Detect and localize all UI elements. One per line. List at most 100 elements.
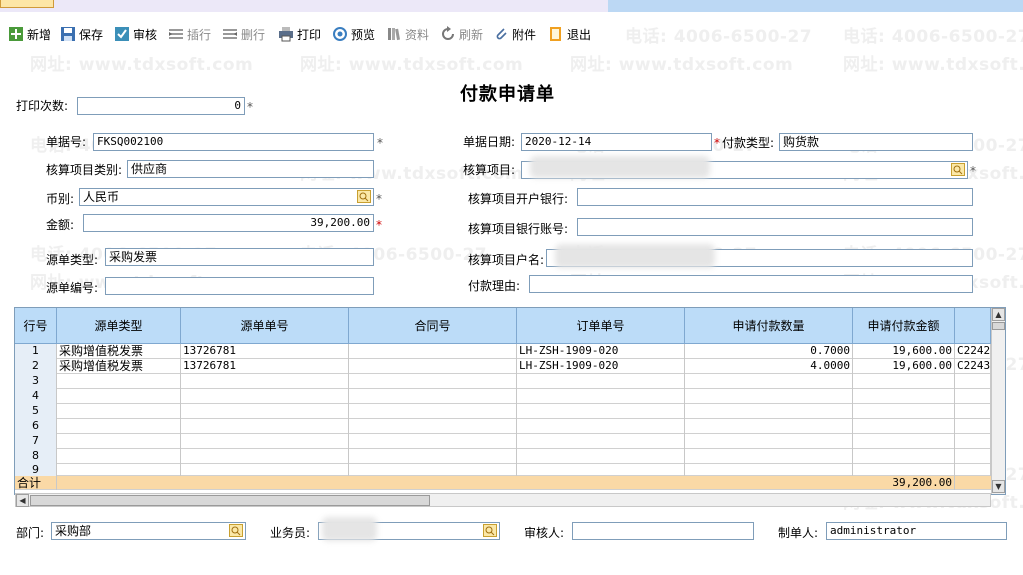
currency-label: 币别:	[46, 192, 75, 206]
cell-contract[interactable]	[349, 344, 517, 359]
doc-no-field[interactable]: FKSQ002100	[93, 133, 374, 151]
required-mark: *	[970, 164, 976, 178]
save-button[interactable]: 保存	[60, 24, 103, 44]
bank-field[interactable]	[577, 188, 973, 206]
book-icon	[388, 28, 401, 41]
column-header-amount[interactable]: 申请付款金额	[853, 308, 955, 344]
lookup-icon[interactable]	[357, 190, 371, 203]
row-number: 1	[15, 344, 57, 359]
active-menu-tab[interactable]	[0, 0, 54, 8]
insert-row-icon	[169, 29, 183, 39]
vertical-scroll-thumb[interactable]	[992, 322, 1005, 330]
total-amount: 39,200.00	[853, 476, 955, 490]
horizontal-scroll-thumb[interactable]	[30, 495, 430, 506]
cell-source-no[interactable]: 13726781	[181, 359, 349, 374]
table-row[interactable]: 6	[15, 419, 991, 434]
dept-field[interactable]: 采购部	[51, 522, 246, 540]
bank-account-field[interactable]	[577, 218, 973, 236]
refresh-button[interactable]: 刷新	[440, 24, 483, 44]
cell-source-no[interactable]: 13726781	[181, 344, 349, 359]
doc-no-label: 单据号:	[46, 135, 87, 149]
print-button[interactable]: 打印	[278, 24, 321, 44]
table-row[interactable]: 8	[15, 449, 991, 464]
column-header-source-no[interactable]: 源单单号	[181, 308, 349, 344]
source-type-field[interactable]: 采购发票	[105, 248, 374, 266]
creator-field[interactable]: administrator	[826, 522, 1007, 540]
total-row: 合计 39,200.00	[15, 476, 991, 490]
column-header-extra[interactable]	[955, 308, 991, 344]
table-row[interactable]: 3	[15, 374, 991, 389]
cell-qty[interactable]: 0.7000	[685, 344, 853, 359]
pay-type-field[interactable]: 购货款	[779, 133, 973, 151]
vertical-scrollbar[interactable]: ▲ ▼	[991, 308, 1005, 494]
bank-label: 核算项目开户银行:	[468, 192, 569, 206]
title-bar	[0, 0, 1023, 12]
reason-label: 付款理由:	[468, 279, 521, 293]
currency-value: 人民币	[83, 190, 120, 204]
cell-source-type[interactable]: 采购增值税发票	[57, 344, 181, 359]
reason-field[interactable]	[529, 275, 973, 293]
cell-order-no[interactable]: LH-ZSH-1909-020	[517, 359, 685, 374]
detail-grid[interactable]: 行号 源单类型 源单单号 合同号 订单单号 申请付款数量 申请付款金额 1 采购…	[14, 307, 1006, 495]
salesman-label: 业务员:	[270, 526, 311, 540]
redacted-area	[555, 244, 715, 268]
cell-contract[interactable]	[349, 359, 517, 374]
horizontal-scrollbar[interactable]: ◀	[15, 493, 991, 507]
table-row[interactable]: 4	[15, 389, 991, 404]
scroll-left-button[interactable]: ◀	[16, 494, 29, 507]
preview-button[interactable]: 预览	[332, 24, 375, 44]
print-icon	[279, 27, 293, 42]
attachment-button[interactable]: 附件	[493, 24, 536, 44]
column-header-row-no[interactable]: 行号	[15, 308, 57, 344]
scroll-up-button[interactable]: ▲	[992, 308, 1005, 321]
scroll-down-button[interactable]: ▼	[992, 480, 1005, 493]
lookup-icon[interactable]	[951, 163, 965, 176]
cell-extra[interactable]: C22433	[955, 359, 991, 374]
creator-label: 制单人:	[778, 526, 819, 540]
print-count-field[interactable]: 0	[77, 97, 245, 115]
doc-date-label: 单据日期:	[463, 135, 516, 149]
lookup-icon[interactable]	[229, 524, 243, 537]
currency-field[interactable]: 人民币	[79, 188, 374, 206]
source-type-label: 源单类型:	[46, 253, 99, 267]
bank-account-label: 核算项目银行账号:	[468, 222, 569, 236]
total-label: 合计	[15, 476, 57, 490]
cell-amount[interactable]: 19,600.00	[853, 344, 955, 359]
lookup-icon[interactable]	[483, 524, 497, 537]
table-row[interactable]: 5	[15, 404, 991, 419]
watermark-site: 网址: www.tdxsoft.com	[843, 55, 1023, 75]
table-row[interactable]: 2 采购增值税发票 13726781 LH-ZSH-1909-020 4.000…	[15, 359, 991, 374]
table-row[interactable]: 1 采购增值税发票 13726781 LH-ZSH-1909-020 0.700…	[15, 344, 991, 359]
cell-extra[interactable]: C22425	[955, 344, 991, 359]
print-count-label: 打印次数:	[16, 99, 69, 113]
required-mark: *	[247, 100, 253, 114]
column-header-source-type[interactable]: 源单类型	[57, 308, 181, 344]
cell-source-type[interactable]: 采购增值税发票	[57, 359, 181, 374]
info-button[interactable]: 资料	[386, 24, 429, 44]
amount-field[interactable]: 39,200.00	[83, 214, 374, 232]
insert-row-button[interactable]: 插行	[168, 24, 211, 44]
row-number: 4	[15, 389, 57, 404]
cell-qty[interactable]: 4.0000	[685, 359, 853, 374]
column-header-contract[interactable]: 合同号	[349, 308, 517, 344]
cell-order-no[interactable]: LH-ZSH-1909-020	[517, 344, 685, 359]
table-row[interactable]: 7	[15, 434, 991, 449]
new-button[interactable]: 新增	[8, 24, 51, 44]
cell-amount[interactable]: 19,600.00	[853, 359, 955, 374]
acct-type-label: 核算项目类别:	[46, 163, 123, 177]
column-header-order-no[interactable]: 订单单号	[517, 308, 685, 344]
source-no-field[interactable]	[105, 277, 374, 295]
doc-date-field[interactable]: 2020-12-14	[521, 133, 712, 151]
delete-row-button-label: 删行	[241, 27, 266, 42]
amount-label: 金额:	[46, 218, 75, 232]
table-row[interactable]: 9	[15, 464, 991, 479]
exit-button[interactable]: 退出	[548, 24, 591, 44]
row-number: 2	[15, 359, 57, 374]
audit-button[interactable]: 审核	[114, 24, 157, 44]
delete-row-button[interactable]: 删行	[222, 24, 265, 44]
auditor-field[interactable]	[572, 522, 754, 540]
print-button-label: 打印	[297, 27, 322, 42]
watermark-site: 网址: www.tdxsoft.com	[300, 55, 524, 75]
column-header-qty[interactable]: 申请付款数量	[685, 308, 853, 344]
acct-type-field[interactable]: 供应商	[127, 160, 374, 178]
